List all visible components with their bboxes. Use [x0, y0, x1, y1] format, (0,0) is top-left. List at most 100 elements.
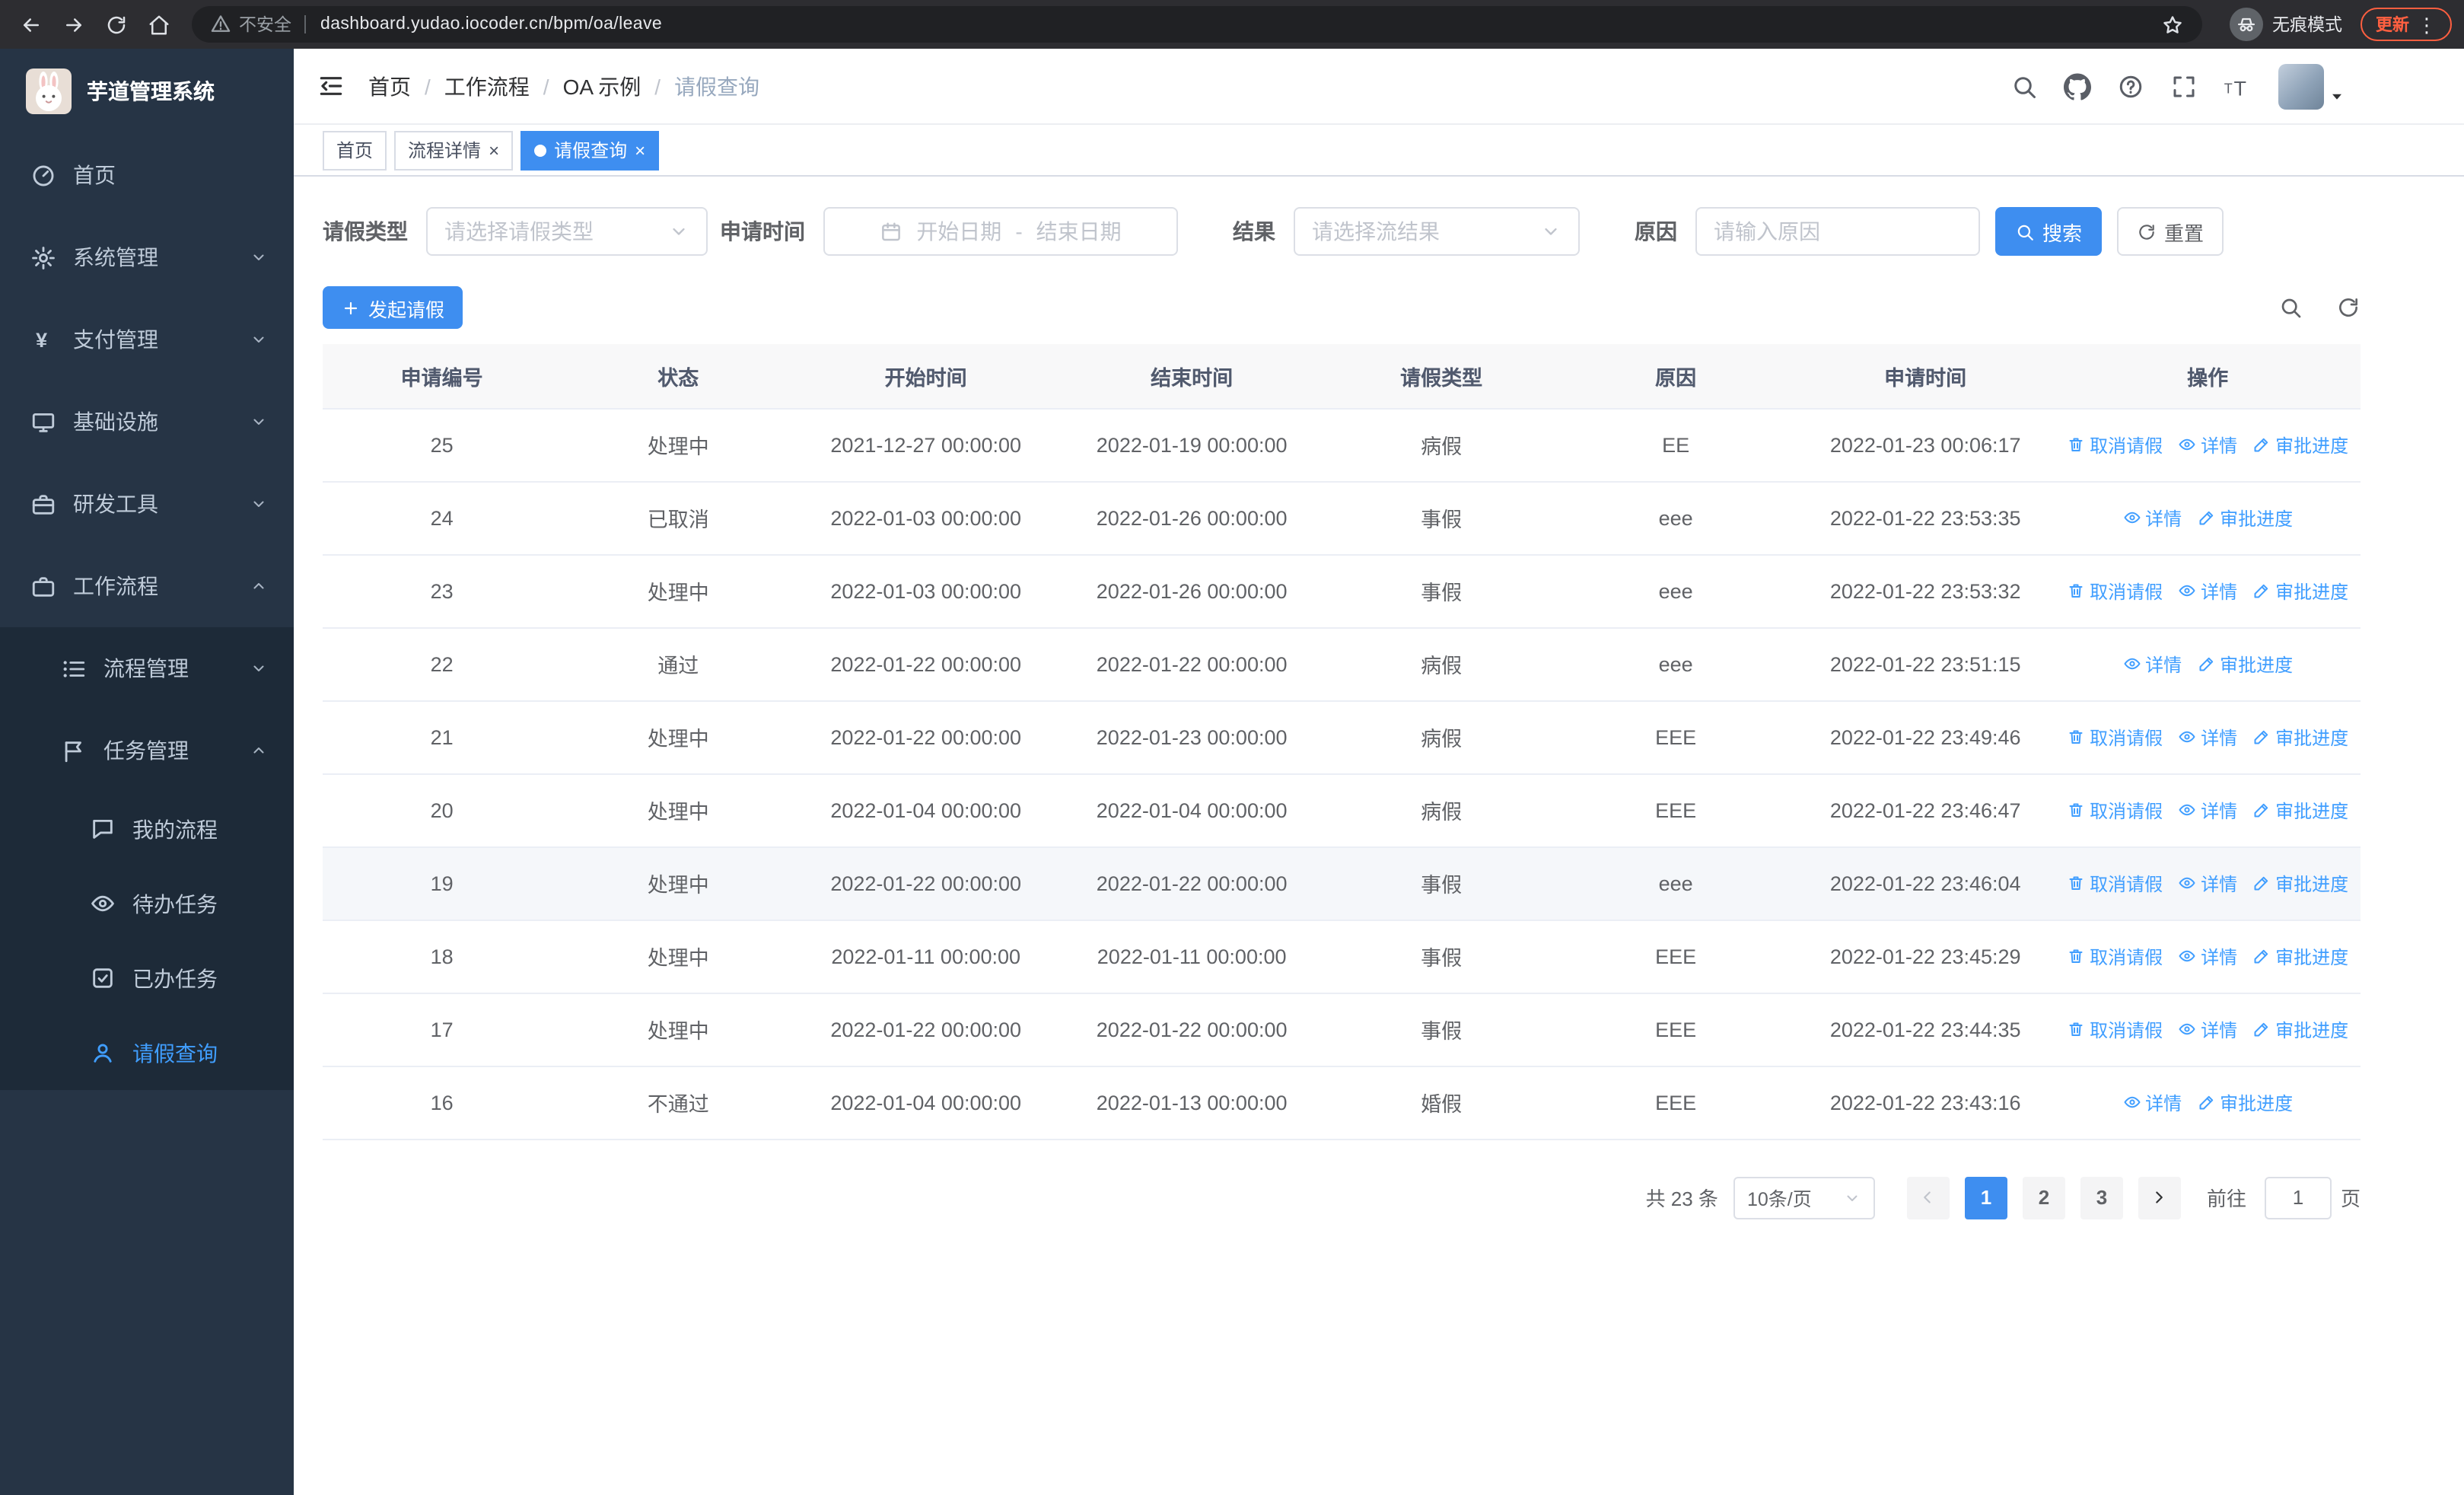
approval-progress-link[interactable]: 审批进度: [2252, 943, 2348, 969]
font-size-icon[interactable]: TT: [2224, 72, 2251, 100]
tab-item[interactable]: 首页: [323, 130, 387, 170]
toggle-search-icon[interactable]: [2278, 295, 2303, 320]
detail-link[interactable]: 详情: [2178, 1016, 2237, 1042]
cell-actions: 取消请假 详情 审批进度: [2055, 700, 2361, 774]
eye-icon: [2122, 1093, 2141, 1111]
main-area: 首页 / 工作流程 / OA 示例 / 请假查询 TT 首页 流程详情 × 请假查询 × 请假类型: [294, 49, 2464, 1495]
sidebar-fold-icon[interactable]: [317, 72, 345, 100]
approval-progress-link[interactable]: 审批进度: [2197, 1089, 2293, 1115]
reload-icon[interactable]: [97, 6, 134, 43]
action-label: 审批进度: [2275, 581, 2349, 602]
breadcrumb-separator: /: [654, 74, 661, 98]
prev-page-button[interactable]: [1906, 1176, 1950, 1219]
back-icon[interactable]: [12, 6, 49, 43]
page-button-3[interactable]: 3: [2080, 1176, 2123, 1219]
detail-link[interactable]: 详情: [2178, 724, 2237, 750]
sidebar-item[interactable]: 待办任务: [0, 866, 294, 941]
user-avatar[interactable]: [2278, 63, 2324, 109]
sidebar-item[interactable]: 请假查询: [0, 1015, 294, 1090]
cancel-leave-link[interactable]: 取消请假: [2067, 870, 2163, 896]
toolbar-right: [2278, 295, 2361, 320]
page-size-select[interactable]: 10条/页: [1733, 1176, 1875, 1219]
detail-link[interactable]: 详情: [2178, 870, 2237, 896]
logo-title: 芋道管理系统: [87, 79, 215, 104]
apply-time-range-picker[interactable]: 开始日期 - 结束日期: [823, 207, 1178, 256]
tab-item[interactable]: 请假查询 ×: [520, 130, 660, 170]
cell-end: 2022-01-19 00:00:00: [1056, 408, 1328, 482]
sidebar-item[interactable]: 基础设施: [0, 381, 294, 463]
cancel-leave-link[interactable]: 取消请假: [2067, 432, 2163, 457]
sidebar-item[interactable]: 任务管理: [0, 709, 294, 792]
forward-icon[interactable]: [55, 6, 91, 43]
detail-link[interactable]: 详情: [2122, 505, 2182, 531]
sidebar-item-label: 基础设施: [73, 410, 158, 434]
search-icon[interactable]: [2010, 72, 2038, 100]
cancel-leave-link[interactable]: 取消请假: [2067, 943, 2163, 969]
cancel-leave-link[interactable]: 取消请假: [2067, 578, 2163, 604]
sidebar-item[interactable]: 我的流程: [0, 792, 294, 866]
breadcrumb-item[interactable]: 首页: [368, 71, 411, 101]
page-button-2[interactable]: 2: [2022, 1176, 2065, 1219]
approval-progress-link[interactable]: 审批进度: [2252, 1016, 2348, 1042]
approval-progress-link[interactable]: 审批进度: [2252, 797, 2348, 823]
tab-close-icon[interactable]: ×: [489, 141, 499, 159]
cell-id: 21: [323, 700, 562, 774]
bookmark-star-icon[interactable]: [2161, 13, 2184, 36]
goto-page-input[interactable]: [2264, 1176, 2332, 1219]
approval-progress-link[interactable]: 审批进度: [2197, 651, 2293, 677]
breadcrumb-item[interactable]: 工作流程: [444, 71, 530, 101]
reason-field: [1695, 207, 1980, 256]
sidebar-item[interactable]: 流程管理: [0, 627, 294, 709]
github-icon[interactable]: [2064, 72, 2091, 100]
approval-progress-link[interactable]: 审批进度: [2252, 432, 2348, 457]
address-bar[interactable]: 不安全 dashboard.yudao.iocoder.cn/bpm/oa/le…: [192, 6, 2202, 43]
tab-close-icon[interactable]: ×: [635, 141, 645, 159]
detail-link[interactable]: 详情: [2178, 432, 2237, 457]
browser-update-button[interactable]: 更新 ⋮: [2361, 8, 2452, 41]
reset-button[interactable]: 重置: [2117, 207, 2224, 256]
security-warning-icon[interactable]: [210, 14, 231, 35]
detail-link[interactable]: 详情: [2122, 651, 2182, 677]
browser-menu-icon[interactable]: ⋮: [2417, 14, 2437, 34]
search-button[interactable]: 搜索: [1995, 207, 2102, 256]
fullscreen-icon[interactable]: [2170, 72, 2198, 100]
approval-progress-link[interactable]: 审批进度: [2252, 870, 2348, 896]
trash-icon: [2067, 874, 2085, 892]
sidebar-item-label: 工作流程: [73, 574, 158, 598]
detail-link[interactable]: 详情: [2178, 943, 2237, 969]
cell-reason: EEE: [1555, 700, 1797, 774]
sidebar-item[interactable]: 首页: [0, 134, 294, 216]
sidebar-item[interactable]: 已办任务: [0, 941, 294, 1015]
sidebar-logo: 芋道管理系统: [0, 49, 294, 134]
breadcrumb-item[interactable]: OA 示例: [563, 71, 641, 101]
detail-link[interactable]: 详情: [2178, 578, 2237, 604]
leave-type-select[interactable]: 请选择请假类型: [426, 207, 708, 256]
next-page-button[interactable]: [2138, 1176, 2181, 1219]
cancel-leave-link[interactable]: 取消请假: [2067, 1016, 2163, 1042]
cell-actions: 详情 审批进度: [2055, 1066, 2361, 1140]
sidebar-item[interactable]: ¥ 支付管理: [0, 298, 294, 381]
home-icon[interactable]: [140, 6, 177, 43]
sidebar-item[interactable]: 研发工具: [0, 463, 294, 545]
cell-type: 事假: [1327, 920, 1556, 993]
tab-item[interactable]: 流程详情 ×: [394, 130, 514, 170]
result-select[interactable]: 请选择流结果: [1294, 207, 1580, 256]
sidebar-item[interactable]: 工作流程: [0, 545, 294, 627]
approval-progress-link[interactable]: 审批进度: [2197, 505, 2293, 531]
cancel-leave-link[interactable]: 取消请假: [2067, 724, 2163, 750]
action-label: 取消请假: [2090, 873, 2163, 894]
detail-link[interactable]: 详情: [2178, 797, 2237, 823]
approval-progress-link[interactable]: 审批进度: [2252, 578, 2348, 604]
detail-link[interactable]: 详情: [2122, 1089, 2182, 1115]
approval-progress-link[interactable]: 审批进度: [2252, 724, 2348, 750]
cancel-leave-link[interactable]: 取消请假: [2067, 797, 2163, 823]
refresh-table-icon[interactable]: [2336, 295, 2361, 320]
page-button-1[interactable]: 1: [1964, 1176, 2007, 1219]
help-icon[interactable]: [2117, 72, 2144, 100]
reason-label: 原因: [1635, 219, 1677, 244]
create-leave-button[interactable]: 发起请假: [323, 286, 463, 329]
user-menu-caret-icon[interactable]: [2329, 88, 2345, 105]
reason-input[interactable]: [1697, 209, 1979, 254]
sidebar-item[interactable]: 系统管理: [0, 216, 294, 298]
flag-icon: [61, 738, 87, 763]
